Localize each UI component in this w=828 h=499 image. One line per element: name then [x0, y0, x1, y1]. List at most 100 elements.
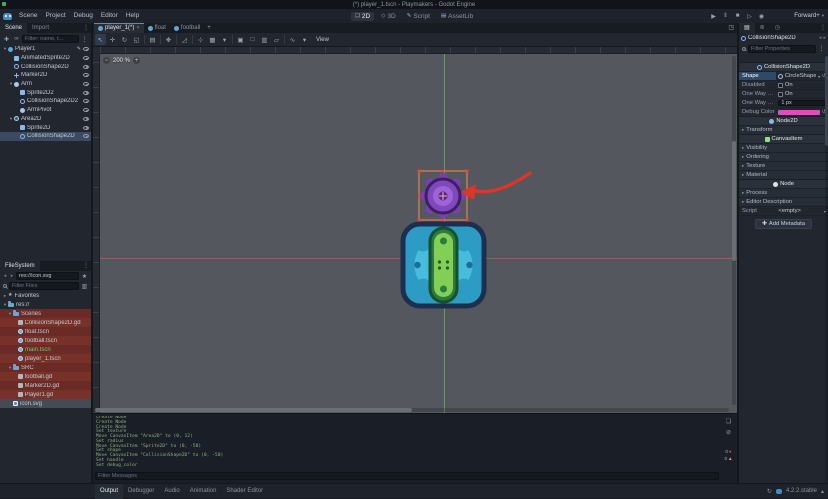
scene-tree-menu-icon[interactable]: ⋮	[80, 35, 89, 44]
property-value[interactable]: CircleShape▾↺	[776, 72, 828, 80]
scene-node-area2d[interactable]: ▾Area2D	[0, 115, 91, 124]
scene-node-sprite2d[interactable]: Sprite2D	[0, 123, 91, 132]
property-value[interactable]: <empty>▾	[776, 207, 828, 215]
property-value[interactable]: On	[776, 90, 828, 98]
color-picker-swatch[interactable]	[778, 110, 820, 115]
unlock-selected-button[interactable]: □	[247, 34, 258, 45]
snap-options-menu[interactable]: ▾	[219, 34, 230, 45]
property-label[interactable]: Shape	[739, 72, 776, 80]
warning-filter-toggle[interactable]: 0▲	[725, 456, 733, 461]
lock-selected-button[interactable]: ▣	[235, 34, 246, 45]
bottom-tab-animation[interactable]: Animation	[185, 484, 222, 499]
pan-tool[interactable]: ✥	[163, 34, 174, 45]
property-label[interactable]: One Way Collision	[739, 90, 776, 98]
tab-import[interactable]: Import	[27, 23, 54, 33]
visibility-toggle-icon[interactable]	[83, 82, 89, 86]
menu-editor[interactable]: Editor	[97, 9, 122, 23]
tab-history[interactable]: ◷	[770, 23, 785, 33]
rotate-tool[interactable]: ↻	[119, 34, 130, 45]
movie-mode-button[interactable]: ◉	[757, 13, 766, 20]
section-material[interactable]: ▸Material	[739, 170, 828, 179]
file-res[interactable]: ▾res://	[0, 300, 91, 309]
grid-snap-toggle[interactable]: ▦	[207, 34, 218, 45]
scene-node-collisionshape2d2[interactable]: CollisionShape2D2	[0, 97, 91, 106]
tab-inspector[interactable]: ▤	[739, 23, 755, 33]
tab-filesystem[interactable]: FileSystem	[0, 261, 40, 271]
visibility-toggle-icon[interactable]	[83, 108, 89, 112]
menu-scene[interactable]: Scene	[15, 9, 41, 23]
file-marker2d-gd[interactable]: Marker2D.gd	[0, 381, 91, 390]
smart-snap-toggle[interactable]: ⊹	[195, 34, 206, 45]
bottom-tab-audio[interactable]: Audio	[159, 484, 184, 499]
tab-node[interactable]: ⊚	[755, 23, 770, 33]
favorite-toggle-icon[interactable]: ★	[80, 272, 89, 281]
category-node[interactable]: Node	[739, 179, 828, 188]
bottom-tab-shader-editor[interactable]: Shader Editor	[221, 484, 268, 499]
play-button[interactable]: ▶	[709, 13, 718, 20]
property-label[interactable]: Disabled	[739, 81, 776, 89]
scrollbar-thumb[interactable]	[732, 141, 736, 261]
close-icon[interactable]: ×	[136, 25, 139, 31]
tab-scene[interactable]: Scene	[0, 23, 27, 33]
file-football-tscn[interactable]: football.tscn	[0, 336, 91, 345]
property-value[interactable]: 1 px	[776, 99, 828, 107]
workspace-assetlib[interactable]: ▤AssetLib	[437, 12, 477, 21]
skeleton-menu[interactable]: ▾	[299, 34, 310, 45]
file-filter-input[interactable]	[9, 282, 79, 290]
dock-menu-icon[interactable]: ⋮	[81, 23, 91, 33]
property-label[interactable]: Debug Color	[739, 108, 776, 116]
copy-log-button[interactable]: ❏	[724, 417, 733, 426]
visibility-toggle-icon[interactable]	[83, 47, 89, 51]
player-sprite[interactable]	[403, 224, 484, 306]
section-editor-description[interactable]: ▸Editor Description	[739, 197, 828, 206]
scene-node-arm[interactable]: ▾Arm	[0, 80, 91, 89]
scale-tool[interactable]: ◱	[131, 34, 142, 45]
dock-menu-icon[interactable]: ⋮	[818, 23, 828, 33]
expand-viewport-icon[interactable]: ◳	[728, 23, 734, 33]
section-visibility[interactable]: ▸Visibility	[739, 143, 828, 152]
number-field[interactable]: 1 px	[778, 100, 826, 106]
scene-node-collisionshape2d[interactable]: CollisionShape2D	[0, 132, 91, 141]
visibility-toggle-icon[interactable]	[83, 65, 89, 69]
list-select-tool[interactable]: ▤	[147, 34, 158, 45]
file-float-tscn[interactable]: float.tscn	[0, 327, 91, 336]
file-src[interactable]: ▾SRC	[0, 363, 91, 372]
scene-node-player1[interactable]: ▾Player1✎	[0, 45, 91, 54]
scene-node-armpivot[interactable]: ArmPivot	[0, 106, 91, 115]
visibility-toggle-icon[interactable]	[83, 134, 89, 138]
bottom-tab-output[interactable]: Output	[95, 484, 123, 499]
scene-filter-input[interactable]	[22, 35, 79, 43]
file-scenes[interactable]: ▾Scenes	[0, 309, 91, 318]
section-ordering[interactable]: ▸Ordering	[739, 152, 828, 161]
group-selected-button[interactable]: ▥	[259, 34, 270, 45]
move-tool[interactable]: ✛	[107, 34, 118, 45]
bottom-tab-debugger[interactable]: Debugger	[123, 484, 159, 499]
scene-node-collisionshape2d[interactable]: CollisionShape2D	[0, 62, 91, 71]
visibility-toggle-icon[interactable]	[83, 73, 89, 77]
resource-path-field[interactable]	[16, 272, 79, 280]
message-filter-input[interactable]	[95, 472, 719, 480]
file-player-1-tscn[interactable]: player_1.tscn	[0, 354, 91, 363]
category-collisionshape2d[interactable]: CollisionShape2D	[739, 62, 828, 71]
file-icon-svg[interactable]: icon.svg	[0, 399, 91, 408]
workspace-script[interactable]: ✎Script	[403, 12, 434, 21]
select-tool[interactable]: ↖	[95, 34, 106, 45]
visibility-toggle-icon[interactable]	[83, 56, 89, 60]
scene-tab-football[interactable]: football	[170, 23, 204, 33]
checkbox[interactable]	[778, 83, 783, 88]
scrollbar-thumb[interactable]	[95, 408, 412, 412]
property-value[interactable]: On	[776, 81, 828, 89]
expand-bottom-panel-icon[interactable]: ▴	[821, 488, 824, 495]
visibility-toggle-icon[interactable]	[83, 117, 89, 121]
property-value[interactable]: ↺	[776, 108, 828, 116]
section-process[interactable]: ▸Process	[739, 188, 828, 197]
category-canvasitem[interactable]: CanvasItem	[739, 134, 828, 143]
play-scene-button[interactable]: ▷	[745, 13, 754, 20]
dock-menu-icon[interactable]: ⋮	[81, 261, 91, 271]
edit-forward-icon[interactable]: ▸	[823, 35, 826, 41]
vertical-scrollbar[interactable]	[732, 56, 736, 405]
file-main-tscn[interactable]: main.tscn	[0, 345, 91, 354]
script-icon[interactable]: ✎	[77, 46, 81, 52]
menu-debug[interactable]: Debug	[70, 9, 97, 23]
scene-node-marker2d[interactable]: Marker2D	[0, 71, 91, 80]
